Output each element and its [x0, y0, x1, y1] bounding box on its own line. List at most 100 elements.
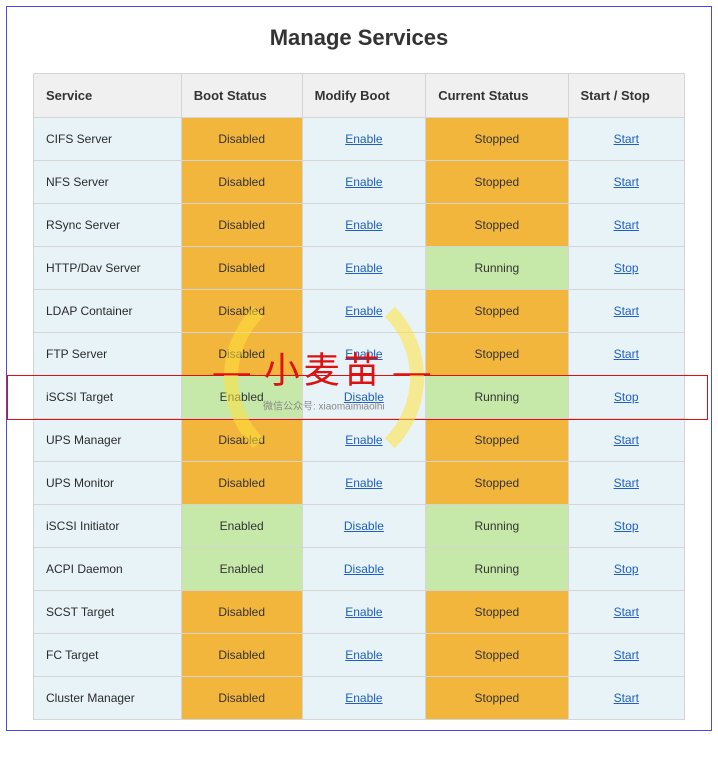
modify-boot-cell: Disable [302, 548, 426, 591]
modify-boot-cell: Enable [302, 634, 426, 677]
service-name: UPS Manager [34, 419, 182, 462]
boot-status: Disabled [181, 161, 302, 204]
start-stop-link[interactable]: Start [614, 691, 639, 705]
modify-boot-link[interactable]: Enable [345, 261, 382, 275]
modify-boot-link[interactable]: Enable [345, 648, 382, 662]
service-name: iSCSI Target [34, 376, 182, 419]
current-status: Stopped [426, 161, 568, 204]
boot-status: Disabled [181, 677, 302, 720]
start-stop-cell: Start [568, 634, 685, 677]
start-stop-cell: Stop [568, 376, 685, 419]
modify-boot-link[interactable]: Enable [345, 304, 382, 318]
modify-boot-link[interactable]: Enable [345, 218, 382, 232]
current-status: Running [426, 376, 568, 419]
current-status: Running [426, 548, 568, 591]
start-stop-link[interactable]: Start [614, 476, 639, 490]
start-stop-link[interactable]: Start [614, 605, 639, 619]
start-stop-cell: Start [568, 161, 685, 204]
service-name: FC Target [34, 634, 182, 677]
table-row: Cluster ManagerDisabledEnableStoppedStar… [34, 677, 685, 720]
table-row: ACPI DaemonEnabledDisableRunningStop [34, 548, 685, 591]
current-status: Running [426, 247, 568, 290]
current-status: Stopped [426, 419, 568, 462]
modify-boot-link[interactable]: Disable [344, 390, 384, 404]
start-stop-cell: Start [568, 677, 685, 720]
page-title: Manage Services [7, 7, 711, 73]
start-stop-link[interactable]: Stop [614, 519, 639, 533]
current-status: Running [426, 505, 568, 548]
service-name: RSync Server [34, 204, 182, 247]
boot-status: Enabled [181, 505, 302, 548]
start-stop-link[interactable]: Start [614, 347, 639, 361]
table-row: UPS MonitorDisabledEnableStoppedStart [34, 462, 685, 505]
start-stop-link[interactable]: Stop [614, 261, 639, 275]
boot-status: Disabled [181, 419, 302, 462]
boot-status: Disabled [181, 462, 302, 505]
current-status: Stopped [426, 204, 568, 247]
table-row: FTP ServerDisabled Enable Stopped Start [34, 333, 685, 376]
boot-status: Disabled [181, 333, 302, 376]
modify-boot-link[interactable]: Enable [345, 476, 382, 490]
modify-boot-link[interactable]: Enable [345, 175, 382, 189]
service-name: HTTP/Dav Server [34, 247, 182, 290]
table-row: LDAP ContainerDisabledEnableStoppedStart [34, 290, 685, 333]
start-stop-link[interactable]: Stop [614, 562, 639, 576]
table-row: RSync ServerDisabled Enable Stopped Start [34, 204, 685, 247]
table-row: HTTP/Dav ServerDisabled Enable Running Stop [34, 247, 685, 290]
start-stop-cell: Start [568, 204, 685, 247]
boot-status: Enabled [181, 548, 302, 591]
start-stop-link[interactable]: Start [614, 132, 639, 146]
start-stop-cell: Stop [568, 505, 685, 548]
start-stop-link[interactable]: Start [614, 175, 639, 189]
start-stop-cell: Start [568, 419, 685, 462]
service-name: UPS Monitor [34, 462, 182, 505]
modify-boot-link[interactable]: Disable [344, 519, 384, 533]
col-boot-status: Boot Status [181, 74, 302, 118]
col-current-status: Current Status [426, 74, 568, 118]
current-status: Stopped [426, 634, 568, 677]
start-stop-link[interactable]: Start [614, 433, 639, 447]
start-stop-link[interactable]: Start [614, 648, 639, 662]
table-row: FC TargetDisabledEnableStoppedStart [34, 634, 685, 677]
start-stop-cell: Start [568, 290, 685, 333]
service-name: iSCSI Initiator [34, 505, 182, 548]
modify-boot-link[interactable]: Enable [345, 691, 382, 705]
start-stop-cell: Stop [568, 247, 685, 290]
start-stop-cell: Start [568, 333, 685, 376]
modify-boot-link[interactable]: Enable [345, 132, 382, 146]
col-start-stop: Start / Stop [568, 74, 685, 118]
start-stop-link[interactable]: Start [614, 218, 639, 232]
service-name: FTP Server [34, 333, 182, 376]
modify-boot-link[interactable]: Enable [345, 605, 382, 619]
start-stop-cell: Start [568, 591, 685, 634]
modify-boot-cell: Enable [302, 419, 426, 462]
start-stop-cell: Start [568, 118, 685, 161]
modify-boot-link[interactable]: Disable [344, 562, 384, 576]
modify-boot-link[interactable]: Enable [345, 347, 382, 361]
modify-boot-link[interactable]: Enable [345, 433, 382, 447]
modify-boot-cell: Enable [302, 118, 426, 161]
boot-status: Disabled [181, 204, 302, 247]
modify-boot-cell: Disable [302, 505, 426, 548]
modify-boot-cell: Enable [302, 333, 426, 376]
table-row: SCST TargetDisabledEnableStoppedStart [34, 591, 685, 634]
boot-status: Disabled [181, 247, 302, 290]
service-name: LDAP Container [34, 290, 182, 333]
boot-status: Enabled [181, 376, 302, 419]
modify-boot-cell: Disable [302, 376, 426, 419]
service-name: Cluster Manager [34, 677, 182, 720]
col-service: Service [34, 74, 182, 118]
current-status: Stopped [426, 333, 568, 376]
start-stop-link[interactable]: Start [614, 304, 639, 318]
services-table-wrap: Service Boot Status Modify Boot Current … [7, 73, 711, 720]
table-header-row: Service Boot Status Modify Boot Current … [34, 74, 685, 118]
service-name: SCST Target [34, 591, 182, 634]
service-name: NFS Server [34, 161, 182, 204]
table-row: NFS ServerDisabled Enable Stopped Start [34, 161, 685, 204]
table-row: CIFS ServerDisabledEnableStoppedStart [34, 118, 685, 161]
table-row: iSCSI TargetEnabled Disable Running Stop [34, 376, 685, 419]
table-row: UPS ManagerDisabled Enable Stopped Start [34, 419, 685, 462]
table-row: iSCSI InitiatorEnabled Disable Running Stop [34, 505, 685, 548]
services-table: Service Boot Status Modify Boot Current … [33, 73, 685, 720]
start-stop-link[interactable]: Stop [614, 390, 639, 404]
